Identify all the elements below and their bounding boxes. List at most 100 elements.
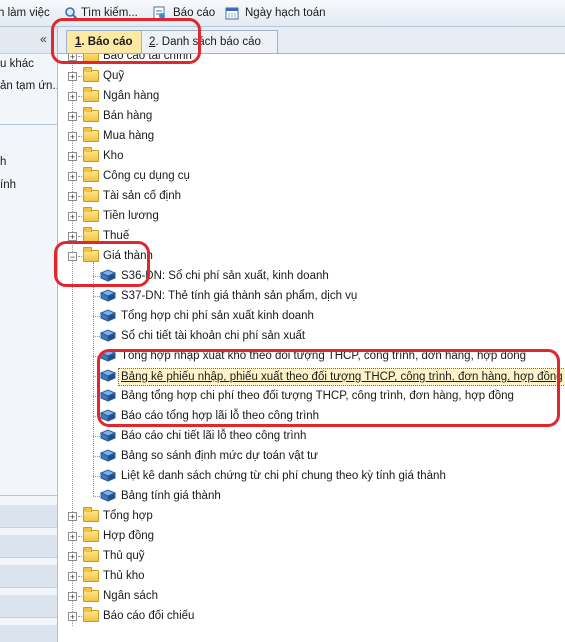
tree-report-item[interactable]: Bảng tổng hợp chi phí theo đối tượng THC… [58, 386, 565, 406]
report-label: S37-DN: Thẻ tính giá thành sản phẩm, dịc… [121, 290, 358, 302]
tree-group[interactable]: + Quỹ [58, 66, 565, 86]
left-pane-band[interactable] [0, 625, 57, 642]
expand-icon[interactable]: + [68, 112, 77, 122]
tree-group[interactable]: + Báo cáo tài chính [58, 54, 565, 66]
tree-branch-line [78, 56, 82, 58]
tree-group-label: Mua hàng [103, 130, 155, 142]
tab-reports[interactable]: 1. Báo cáo [66, 30, 142, 53]
tree-report-item[interactable]: S37-DN: Thẻ tính giá thành sản phẩm, dịc… [58, 286, 565, 306]
expand-icon[interactable]: + [68, 92, 77, 102]
tree-group-label: Ngân sách [103, 590, 158, 602]
report-button[interactable]: Báo cáo [152, 5, 215, 21]
tab-strip: 1. Báo cáo 2. Danh sách báo cáo [58, 27, 565, 54]
left-pane-item[interactable]: h [0, 156, 6, 168]
tree-group[interactable]: + Hợp đồng [58, 526, 565, 546]
expand-icon[interactable]: + [68, 212, 77, 222]
tree-report-item[interactable]: Báo cáo tổng hợp lãi lỗ theo công trình [58, 406, 565, 426]
expand-icon[interactable]: + [68, 54, 77, 62]
search-icon [65, 7, 78, 20]
folder-icon [83, 67, 99, 82]
tree-group-label: Thủ kho [103, 570, 145, 582]
report-book-icon [100, 309, 116, 322]
report-label: Bảng tổng hợp chi phí theo đối tượng THC… [121, 390, 514, 402]
tree-group-label: Giá thành [103, 250, 153, 262]
tree-group[interactable]: + Thuế [58, 226, 565, 246]
report-book-icon [100, 369, 116, 382]
report-book-icon [100, 349, 116, 362]
tree-group-label: Báo cáo tài chính [103, 54, 192, 62]
folder-icon [83, 527, 99, 542]
tree-report-item[interactable]: Báo cáo chi tiết lãi lỗ theo công trình [58, 426, 565, 446]
tree-report-item-selected[interactable]: Bảng kê phiếu nhập, phiếu xuất theo đối … [58, 366, 565, 386]
expand-icon[interactable]: + [68, 152, 77, 162]
expand-icon[interactable]: + [68, 612, 77, 622]
report-book-icon [100, 289, 116, 302]
tree-group[interactable]: + Kho [58, 146, 565, 166]
tree-group[interactable]: + Tài sản cố định [58, 186, 565, 206]
report-label: Báo cáo tổng hợp lãi lỗ theo công trình [121, 410, 320, 422]
tree-report-item[interactable]: Bảng tính giá thành [58, 486, 565, 506]
tree-branch-line [78, 536, 82, 538]
left-pane-header: « [0, 27, 57, 54]
folder-icon [83, 547, 99, 562]
tree-group[interactable]: + Tổng hợp [58, 506, 565, 526]
tree-group[interactable]: + Báo cáo đối chiếu [58, 606, 565, 626]
report-label: Bảng so sánh định mức dự toán vật tư [121, 450, 318, 462]
expand-icon[interactable]: + [68, 532, 77, 542]
calendar-icon [225, 7, 239, 20]
tab-report-list[interactable]: 2. Danh sách báo cáo [140, 30, 278, 53]
tree-branch-line [93, 276, 100, 278]
tree-group-label: Tiền lương [103, 210, 159, 222]
expand-icon[interactable]: + [68, 572, 77, 582]
left-pane-item[interactable]: ính [0, 179, 16, 191]
report-label: Tổng hợp nhập xuất kho theo đối tượng TH… [121, 350, 527, 362]
tree-branch-line [93, 296, 100, 298]
workspace-button[interactable]: h làm việc [0, 5, 50, 21]
tree-report-item[interactable]: Liệt kê danh sách chứng từ chi phí chung… [58, 466, 565, 486]
tree-branch-line [78, 596, 82, 598]
tree-branch-line [78, 256, 82, 258]
expand-icon[interactable]: + [68, 592, 77, 602]
left-pane-band[interactable] [0, 535, 57, 558]
tree-branch-line [78, 76, 82, 78]
folder-icon [83, 507, 99, 522]
posting-date-button[interactable]: Ngày hạch toán [225, 5, 326, 21]
tree-group-label: Hợp đồng [103, 530, 155, 542]
expand-icon[interactable]: + [68, 552, 77, 562]
left-pane-item[interactable]: ản tạm ứn... [0, 80, 57, 92]
tree-group-label: Công cụ dụng cụ [103, 170, 190, 182]
report-book-icon [100, 409, 116, 422]
tree-report-item[interactable]: Sổ chi tiết tài khoản chi phí sản xuất [58, 326, 565, 346]
tree-group-label: Quỹ [103, 70, 125, 82]
expand-icon[interactable]: + [68, 232, 77, 242]
tree-group[interactable]: + Mua hàng [58, 126, 565, 146]
tree-report-item[interactable]: Tổng hợp nhập xuất kho theo đối tượng TH… [58, 346, 565, 366]
tree-report-item[interactable]: Tổng hợp chi phí sản xuất kinh doanh [58, 306, 565, 326]
tree-group[interactable]: + Tiền lương [58, 206, 565, 226]
tree-group[interactable]: + Bán hàng [58, 106, 565, 126]
tree-branch-line [78, 576, 82, 578]
collapse-pane-icon[interactable]: « [40, 32, 47, 46]
tree-group[interactable]: + Ngân hàng [58, 86, 565, 106]
expand-icon[interactable]: + [68, 172, 77, 182]
expand-icon[interactable]: + [68, 512, 77, 522]
tree-group[interactable]: + Thủ kho [58, 566, 565, 586]
report-label: Liệt kê danh sách chứng từ chi phí chung… [121, 470, 446, 482]
tree-group[interactable]: + Thủ quỹ [58, 546, 565, 566]
expand-icon[interactable]: + [68, 72, 77, 82]
tree-report-item[interactable]: Bảng so sánh định mức dự toán vật tư [58, 446, 565, 466]
tree-group[interactable]: + Ngân sách [58, 586, 565, 606]
tree-group[interactable]: + Công cụ dụng cụ [58, 166, 565, 186]
left-pane-item[interactable]: u khác [0, 58, 34, 70]
report-book-icon [100, 469, 116, 482]
expand-icon[interactable]: + [68, 132, 77, 142]
tree-group[interactable]: − Giá thành [58, 246, 565, 266]
left-pane-band[interactable] [0, 565, 57, 588]
tree-branch-line [78, 136, 82, 138]
search-button[interactable]: Tìm kiếm... [64, 5, 138, 21]
expand-icon[interactable]: + [68, 192, 77, 202]
collapse-icon[interactable]: − [68, 252, 77, 262]
left-pane-band[interactable] [0, 595, 57, 618]
left-pane-band[interactable] [0, 505, 57, 528]
tree-report-item[interactable]: S36-DN: Sổ chi phí sản xuất, kinh doanh [58, 266, 565, 286]
